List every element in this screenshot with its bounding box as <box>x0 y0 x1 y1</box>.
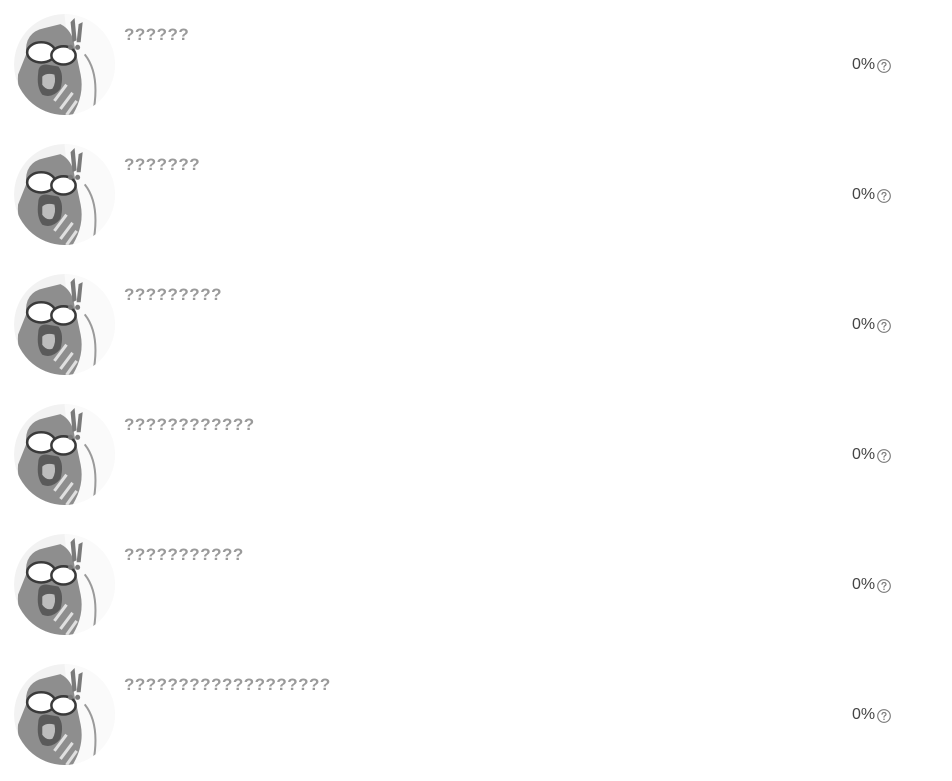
user-name[interactable]: ??????? <box>124 155 200 175</box>
percent-stat: 0% <box>852 445 891 465</box>
percent-stat: 0% <box>852 55 891 75</box>
question-circle-icon[interactable] <box>877 709 891 723</box>
default-avatar-icon[interactable] <box>14 664 115 765</box>
user-name[interactable]: ??????????????????? <box>124 675 331 695</box>
list-item: ??????? 0% <box>0 130 952 260</box>
question-circle-icon[interactable] <box>877 59 891 73</box>
question-circle-icon[interactable] <box>877 319 891 333</box>
percent-stat: 0% <box>852 315 891 335</box>
user-name[interactable]: ??????????? <box>124 545 244 565</box>
percent-stat: 0% <box>852 705 891 725</box>
default-avatar-icon[interactable] <box>14 404 115 505</box>
percent-value: 0% <box>852 706 876 723</box>
percent-value: 0% <box>852 186 876 203</box>
percent-value: 0% <box>852 446 876 463</box>
list-item: ??????????????????? 0% <box>0 650 952 780</box>
default-avatar-icon[interactable] <box>14 534 115 635</box>
list-item: ???????????? 0% <box>0 390 952 520</box>
question-circle-icon[interactable] <box>877 579 891 593</box>
list-item: ????????? 0% <box>0 260 952 390</box>
question-circle-icon[interactable] <box>877 189 891 203</box>
user-name[interactable]: ???????????? <box>124 415 255 435</box>
percent-value: 0% <box>852 576 876 593</box>
question-circle-icon[interactable] <box>877 449 891 463</box>
percent-value: 0% <box>852 316 876 333</box>
list-item: ??????????? 0% <box>0 520 952 650</box>
percent-value: 0% <box>852 56 876 73</box>
default-avatar-icon[interactable] <box>14 144 115 245</box>
percent-stat: 0% <box>852 575 891 595</box>
user-name[interactable]: ????????? <box>124 285 222 305</box>
default-avatar-icon[interactable] <box>14 14 115 115</box>
user-list: ?????? 0% ??????? 0% ????????? 0% ??????… <box>0 0 952 781</box>
default-avatar-icon[interactable] <box>14 274 115 375</box>
user-name[interactable]: ?????? <box>124 25 189 45</box>
percent-stat: 0% <box>852 185 891 205</box>
list-item: ?????? 0% <box>0 0 952 130</box>
